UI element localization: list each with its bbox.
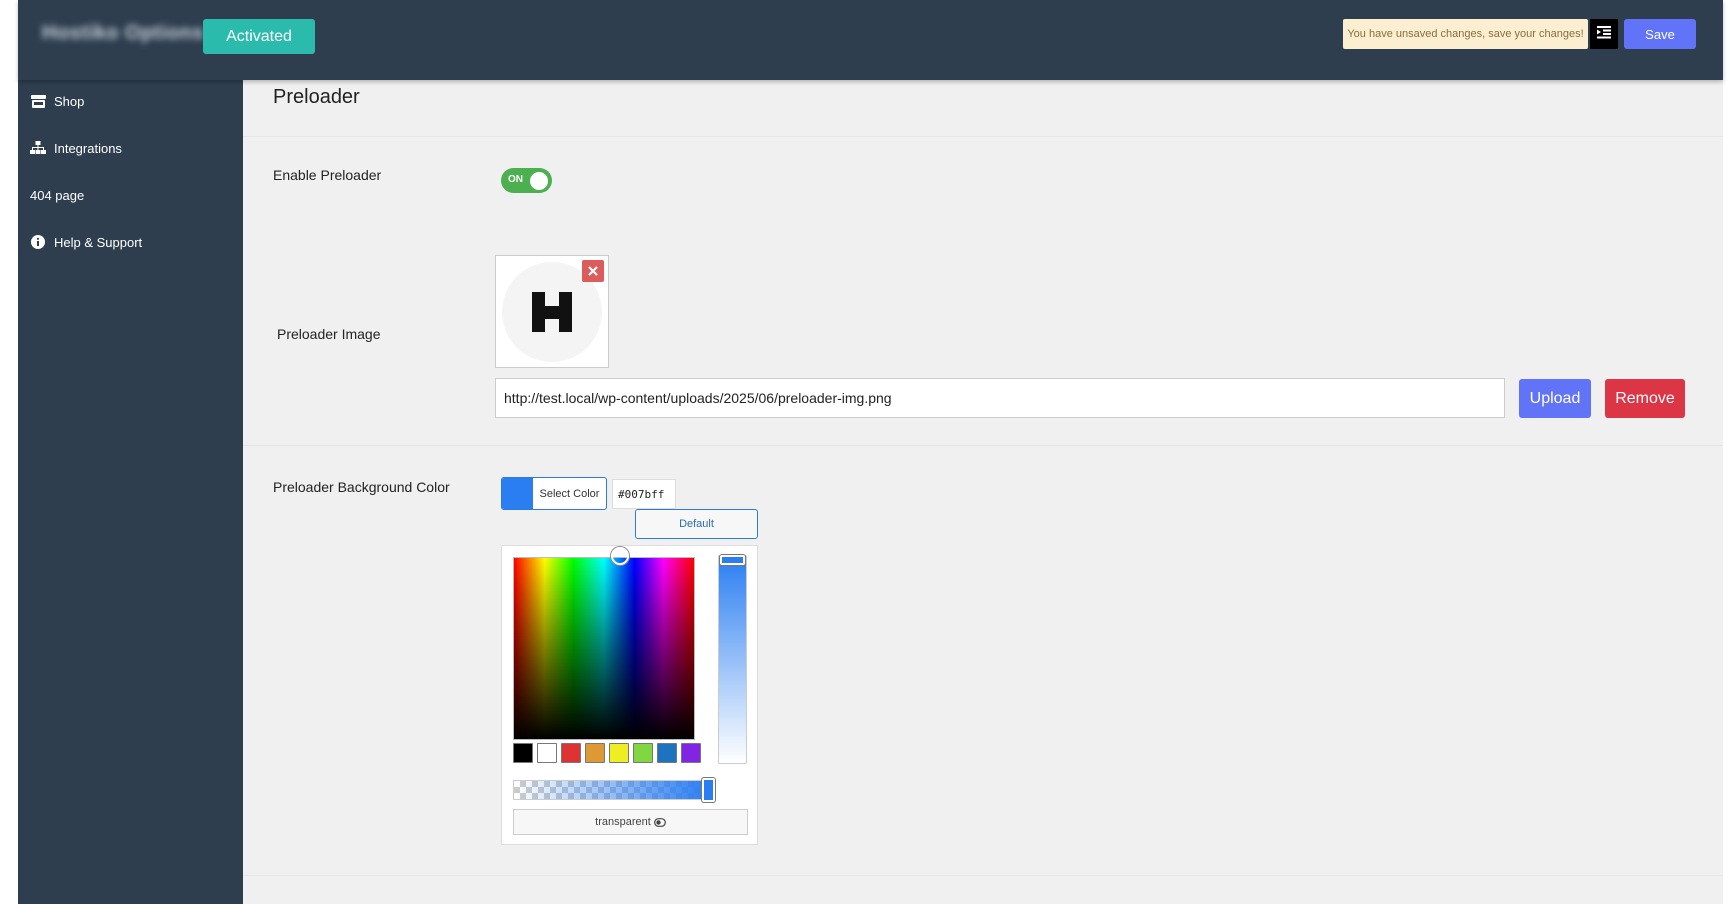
enable-preloader-toggle[interactable]: ON [501,168,552,193]
toggle-icon [653,817,666,827]
palette-swatch[interactable] [585,743,605,763]
h-logo-icon [532,292,572,332]
activated-button[interactable]: Activated [203,19,315,54]
lightness-slider-handle[interactable] [720,555,745,565]
sidebar-item-404-page[interactable]: 404 page [30,185,84,205]
preloader-image-preview [495,255,609,368]
main-content: Preloader Enable Preloader ON Preloader … [243,80,1723,904]
sidebar-item-label: Help & Support [54,234,143,250]
palette-swatch[interactable] [537,743,557,763]
save-button[interactable]: Save [1624,19,1696,49]
sitemap-icon [30,140,46,156]
palette-swatch[interactable] [609,743,629,763]
page-title: Preloader [273,86,360,108]
sidebar-item-label: Integrations [54,140,122,156]
color-palette [513,743,701,763]
divider [243,875,1723,876]
image-url-input[interactable] [495,378,1505,418]
toggle-on-text: ON [508,174,523,185]
preloader-image-label: Preloader Image [277,326,381,342]
unsaved-changes-notice: You have unsaved changes, save your chan… [1343,19,1588,49]
divider [243,136,1723,137]
default-color-button[interactable]: Default [635,509,758,539]
current-color-swatch [502,478,533,509]
palette-swatch[interactable] [561,743,581,763]
toggle-knob [530,172,548,190]
app-frame: Hostiko Options Activated You have unsav… [18,0,1723,904]
transparent-label: transparent [595,816,651,828]
store-icon [30,93,46,109]
remove-button[interactable]: Remove [1605,379,1685,418]
saturation-value-area[interactable] [513,557,695,740]
hex-color-input[interactable] [612,479,676,509]
palette-swatch[interactable] [657,743,677,763]
opacity-slider-handle[interactable] [702,778,715,802]
menu-toggle-button[interactable] [1590,19,1618,49]
divider [243,445,1723,446]
sidebar-item-help-support[interactable]: Help & Support [30,232,142,252]
top-bar: Hostiko Options Activated You have unsav… [18,0,1723,80]
palette-swatch[interactable] [681,743,701,763]
indent-list-icon [1597,25,1611,44]
sidebar-item-label: 404 page [30,187,85,203]
background-color-label: Preloader Background Color [273,479,450,495]
upload-button[interactable]: Upload [1519,379,1591,418]
enable-preloader-label: Enable Preloader [273,167,382,183]
transparent-button[interactable]: transparent [513,809,748,835]
sidebar-item-integrations[interactable]: Integrations [30,138,122,158]
select-color-button[interactable]: Select Color [501,477,607,510]
lightness-slider[interactable] [718,555,747,764]
color-handle[interactable] [611,547,629,565]
palette-swatch[interactable] [513,743,533,763]
info-circle-icon [30,234,46,250]
opacity-slider[interactable] [513,780,710,800]
remove-image-button[interactable] [582,260,604,282]
brand-logo: Hostiko Options [42,22,204,44]
sidebar-item-shop[interactable]: Shop [30,91,84,111]
select-color-label: Select Color [539,487,600,500]
color-picker: transparent [501,545,758,845]
sidebar: Shop Integrations 404 page Help & Suppor… [18,80,243,904]
palette-swatch[interactable] [633,743,653,763]
close-icon [588,266,598,276]
sidebar-item-label: Shop [54,93,85,109]
